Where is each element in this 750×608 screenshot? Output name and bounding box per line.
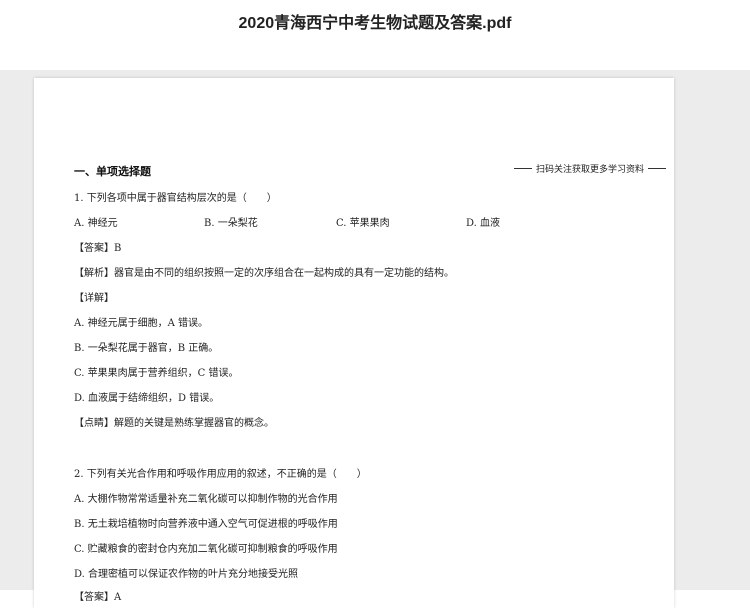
- question-2-option-a: A. 大棚作物常常适量补充二氧化碳可以抑制作物的光合作用: [74, 494, 338, 505]
- promo-rule-left: [514, 168, 532, 169]
- option-b: B. 一朵梨花: [204, 218, 258, 229]
- option-c: C. 苹果果肉: [336, 218, 390, 229]
- option-d: D. 血液: [466, 218, 501, 229]
- analysis-1: 【解析】器官是由不同的组织按照一定的次序组合在一起构成的具有一定功能的结构。: [74, 268, 454, 279]
- question-1: 1. 下列各项中属于器官结构层次的是（ ）: [74, 193, 277, 204]
- document-title: 2020青海西宁中考生物试题及答案.pdf: [238, 15, 512, 32]
- detail-1-c: C. 苹果果肉属于营养组织，C 错误。: [74, 368, 239, 379]
- title-bar: 2020青海西宁中考生物试题及答案.pdf: [0, 0, 750, 70]
- promo-banner: 扫码关注获取更多学习资料: [510, 162, 670, 175]
- detail-1-b: B. 一朵梨花属于器官，B 正确。: [74, 343, 219, 354]
- promo-text: 扫码关注获取更多学习资料: [536, 165, 645, 175]
- tip-1: 【点睛】解题的关键是熟练掌握器官的概念。: [74, 418, 274, 429]
- answer-2: 【答案】A: [74, 592, 122, 603]
- section-title: 一、单项选择题: [74, 165, 151, 178]
- question-2-option-c: C. 贮藏粮食的密封仓内充加二氧化碳可抑制粮食的呼吸作用: [74, 544, 338, 555]
- option-a: A. 神经元: [74, 218, 118, 229]
- detail-heading-1: 【详解】: [74, 293, 114, 304]
- question-2-option-b: B. 无土栽培植物时向营养液中通入空气可促进根的呼吸作用: [74, 519, 338, 530]
- pdf-viewer[interactable]: 一、单项选择题 扫码关注获取更多学习资料 1. 下列各项中属于器官结构层次的是（…: [0, 70, 750, 608]
- pdf-page: 一、单项选择题 扫码关注获取更多学习资料 1. 下列各项中属于器官结构层次的是（…: [34, 78, 674, 608]
- promo-rule-right: [648, 168, 667, 169]
- detail-1-d: D. 血液属于结缔组织，D 错误。: [74, 393, 220, 404]
- question-2-option-d: D. 合理密植可以保证农作物的叶片充分地接受光照: [74, 569, 299, 580]
- answer-1: 【答案】B: [74, 243, 122, 254]
- detail-1-a: A. 神经元属于细胞，A 错误。: [74, 318, 208, 329]
- question-2: 2. 下列有关光合作用和呼吸作用应用的叙述，不正确的是（ ）: [74, 469, 367, 480]
